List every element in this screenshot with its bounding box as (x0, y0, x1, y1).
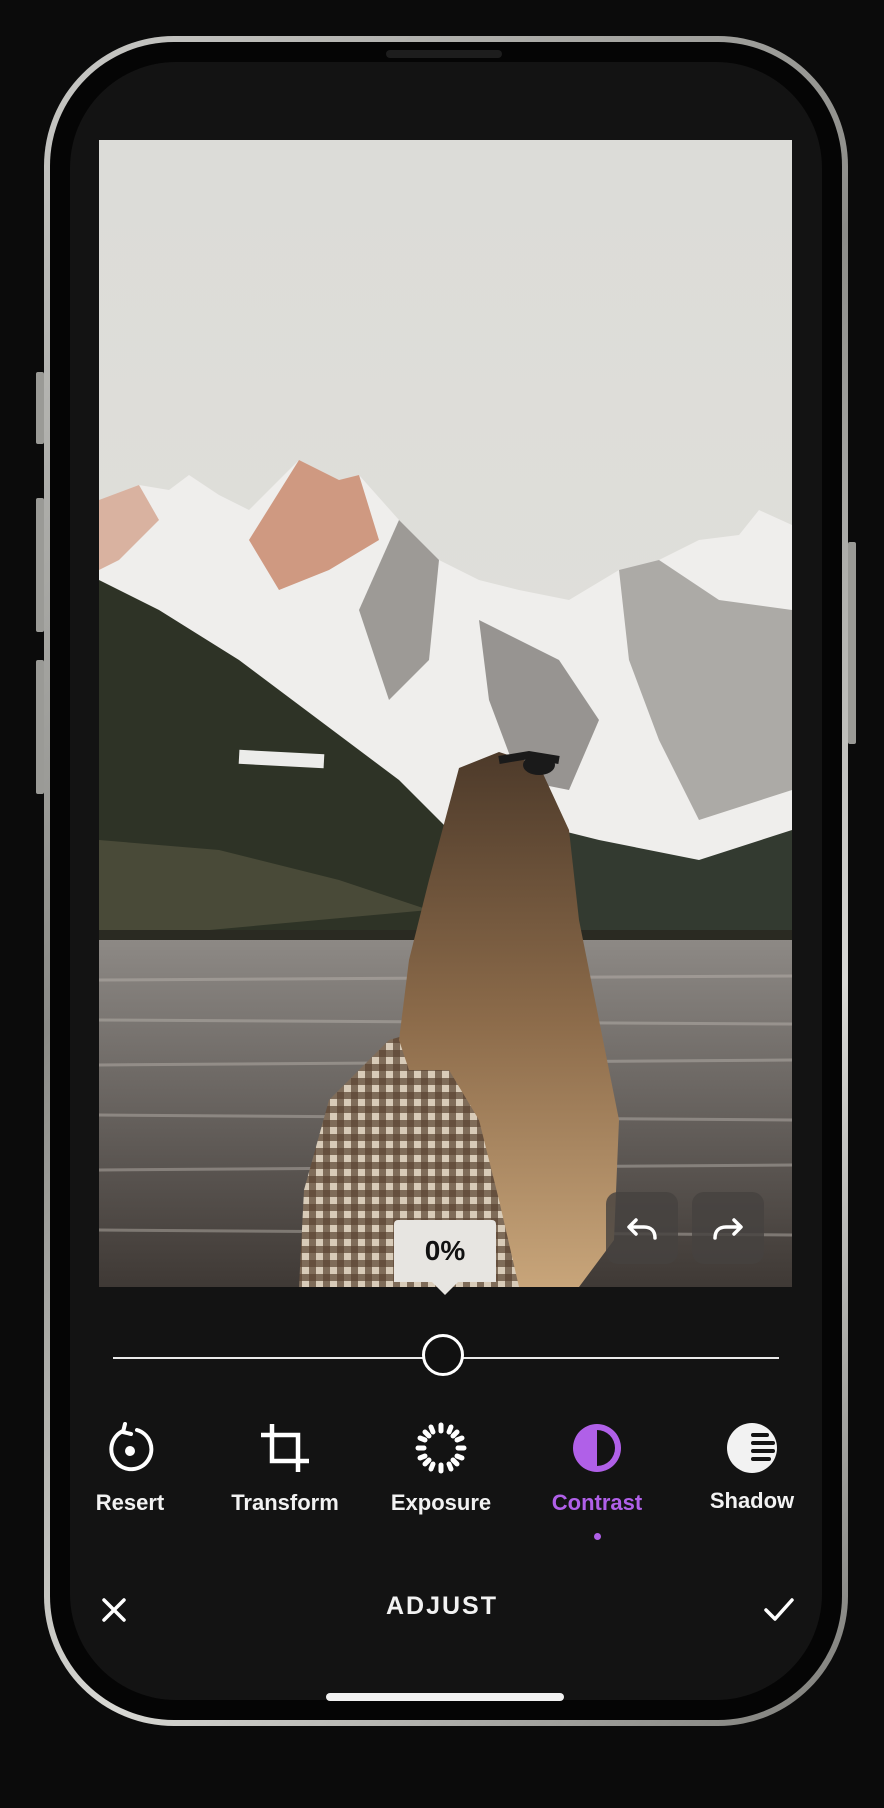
tool-contrast[interactable]: Contrast (527, 1420, 667, 1516)
side-button (36, 372, 44, 444)
home-indicator[interactable] (326, 1693, 564, 1701)
tool-label: Resert (95, 1490, 165, 1515)
side-button (36, 660, 44, 794)
confirm-button[interactable] (762, 1592, 796, 1626)
crop-icon (257, 1420, 313, 1476)
tool-shadow[interactable]: Shadow (682, 1420, 822, 1514)
tool-label: Exposure (390, 1490, 492, 1515)
adjustment-slider-thumb[interactable] (422, 1334, 464, 1376)
active-tool-indicator (594, 1533, 601, 1540)
redo-button[interactable] (692, 1192, 764, 1264)
photo-image (99, 140, 792, 1287)
side-button (36, 498, 44, 632)
tool-label: Shadow (709, 1488, 795, 1513)
tool-label: Contrast (551, 1490, 643, 1515)
tool-transform[interactable]: Transform (215, 1420, 355, 1516)
undo-icon (627, 1218, 657, 1240)
reset-icon (102, 1420, 158, 1476)
shadow-icon (724, 1420, 780, 1476)
contrast-icon (569, 1420, 625, 1476)
adjustment-value-label: 0% (394, 1220, 496, 1282)
page-title: ADJUST (385, 1592, 498, 1620)
tool-label: Transform (231, 1490, 339, 1515)
redo-icon (713, 1218, 743, 1240)
side-button (848, 542, 856, 744)
tool-reset[interactable]: Resert (60, 1420, 200, 1516)
tool-exposure[interactable]: Exposure (371, 1420, 511, 1516)
undo-button[interactable] (606, 1192, 678, 1264)
exposure-icon (413, 1420, 469, 1476)
edited-photo[interactable] (99, 140, 792, 1287)
check-icon (764, 1598, 794, 1621)
value-pointer (432, 1282, 458, 1295)
speaker-grille (386, 50, 502, 58)
